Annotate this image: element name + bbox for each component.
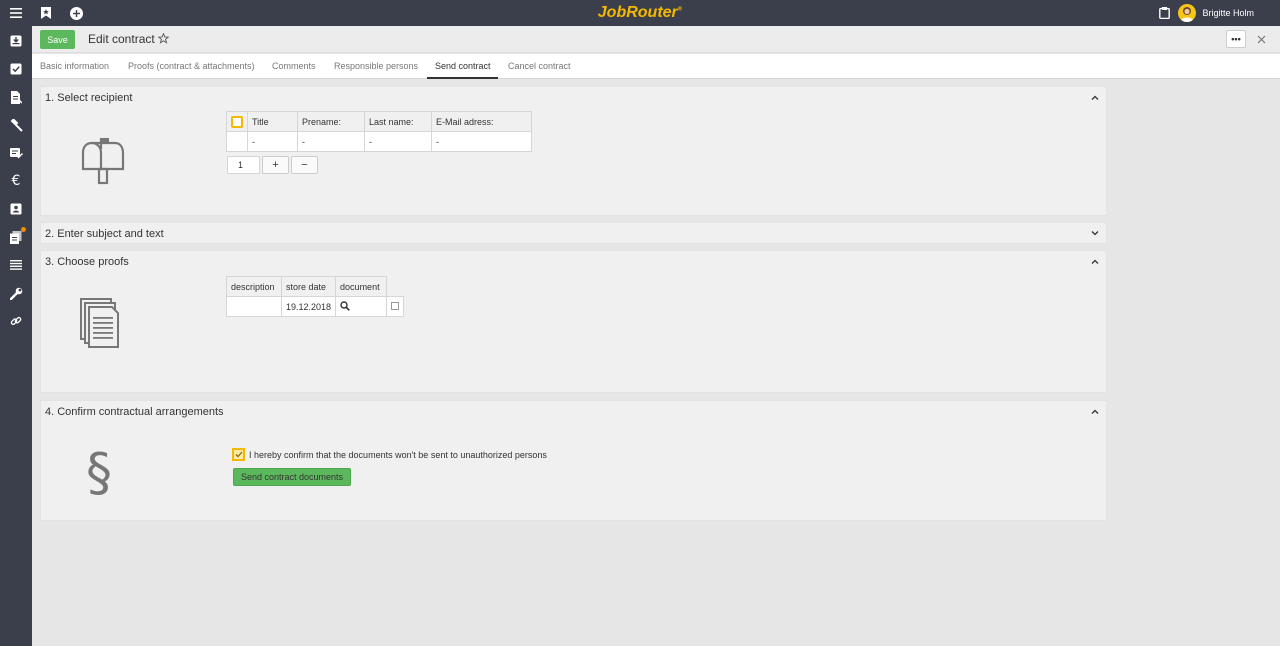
user-menu[interactable]: Brigitte Holm	[1178, 3, 1254, 23]
send-contract-documents-button[interactable]: Send contract documents	[233, 468, 351, 486]
section-title[interactable]: 3. Choose proofs	[45, 256, 129, 268]
column-header-store-date: store date	[280, 276, 337, 297]
documents-icon	[76, 296, 124, 350]
section-title[interactable]: 2. Enter subject and text	[45, 228, 164, 240]
column-header-title: Title	[247, 111, 298, 132]
cell-description[interactable]	[226, 296, 282, 317]
row-count-input[interactable]: 1	[227, 156, 260, 174]
cell-store-date: 19.12.2018	[280, 296, 337, 317]
documents-stack-icon[interactable]	[6, 227, 26, 247]
paragraph-symbol-icon: §	[86, 443, 112, 503]
row-count-stepper: 1 + −	[227, 156, 318, 174]
tab-responsible-persons[interactable]: Responsible persons	[334, 54, 418, 79]
add-circle-icon[interactable]	[66, 3, 86, 23]
column-header-email: E-Mail adress:	[431, 111, 532, 132]
favorite-star-icon[interactable]	[158, 30, 172, 46]
page-title: Edit contract	[88, 32, 155, 46]
column-header-select	[387, 277, 404, 297]
wrench-icon[interactable]	[6, 283, 26, 303]
tasks-done-icon[interactable]	[6, 59, 26, 79]
section-confirm-arrangements: 4. Confirm contractual arrangements § I …	[40, 400, 1107, 521]
chevron-up-icon[interactable]	[1090, 256, 1100, 266]
close-icon[interactable]	[1254, 30, 1268, 48]
search-icon[interactable]	[340, 300, 350, 311]
column-header-document: document	[335, 276, 388, 297]
remove-row-button[interactable]: −	[291, 156, 318, 174]
table-row: 19.12.2018	[226, 296, 405, 317]
hammer-icon[interactable]	[6, 115, 26, 135]
recipient-table: Title Prename: Last name: E-Mail adress:…	[226, 111, 532, 152]
cell-email[interactable]: -	[431, 131, 532, 152]
contact-card-icon[interactable]	[6, 199, 26, 219]
row-checkbox-cell	[226, 131, 248, 152]
tab-basic-information[interactable]: Basic information	[40, 54, 109, 79]
chevron-up-icon[interactable]	[1090, 406, 1100, 416]
tab-proofs[interactable]: Proofs (contract & attachments)	[128, 54, 255, 79]
form-header: Save Edit contract •••	[32, 26, 1280, 53]
inbox-icon[interactable]	[6, 31, 26, 51]
clipboard-icon[interactable]	[1154, 3, 1174, 23]
avatar	[1178, 4, 1197, 22]
table-row: - - - -	[226, 131, 532, 152]
section-choose-proofs: 3. Choose proofs description store date …	[40, 250, 1107, 393]
proofs-table: description store date document 19.12.20…	[226, 276, 405, 317]
proof-select-checkbox[interactable]	[391, 301, 400, 310]
column-header-last-name: Last name:	[364, 111, 432, 132]
section-title[interactable]: 4. Confirm contractual arrangements	[45, 406, 224, 418]
chevron-up-icon[interactable]	[1090, 92, 1100, 102]
cell-last-name[interactable]: -	[364, 131, 432, 152]
notification-dot	[21, 227, 26, 232]
hamburger-menu-icon[interactable]	[6, 3, 26, 23]
confirm-row: I hereby confirm that the documents won'…	[232, 448, 547, 461]
select-all-checkbox[interactable]	[226, 111, 248, 132]
more-options-label: •••	[1231, 33, 1241, 44]
section-select-recipient: 1. Select recipient Title Prename: Last …	[40, 86, 1107, 216]
cell-select	[386, 296, 405, 317]
more-options-button[interactable]: •••	[1226, 30, 1246, 48]
section-title[interactable]: 1. Select recipient	[45, 92, 132, 104]
link-icon[interactable]	[6, 311, 26, 331]
euro-icon[interactable]: €	[6, 171, 26, 191]
chevron-down-icon[interactable]	[1090, 228, 1100, 238]
tab-send-contract[interactable]: Send contract	[427, 54, 498, 79]
confirm-checkbox[interactable]	[232, 448, 245, 461]
tab-comments[interactable]: Comments	[272, 54, 316, 79]
side-navigation: €	[0, 26, 32, 646]
mailbox-icon	[74, 134, 126, 186]
tab-cancel-contract[interactable]: Cancel contract	[508, 54, 571, 79]
top-bar: JobRouter® Brigitte Holm	[0, 0, 1280, 26]
save-button[interactable]: Save	[40, 30, 75, 49]
tab-bar: Basic information Proofs (contract & att…	[32, 54, 1280, 79]
new-document-icon[interactable]	[6, 87, 26, 107]
column-header-prename: Prename:	[297, 111, 365, 132]
cell-title[interactable]: -	[247, 131, 298, 152]
confirm-label[interactable]: I hereby confirm that the documents won'…	[249, 450, 547, 460]
jobrouter-logo: JobRouter®	[597, 4, 683, 21]
column-header-description: description	[226, 276, 282, 297]
list-icon[interactable]	[6, 255, 26, 275]
edit-form-icon[interactable]	[6, 143, 26, 163]
add-row-button[interactable]: +	[262, 156, 289, 174]
cell-document	[335, 296, 388, 317]
cell-prename[interactable]: -	[297, 131, 365, 152]
bookmark-icon[interactable]	[36, 3, 56, 23]
section-enter-subject: 2. Enter subject and text	[40, 222, 1107, 244]
user-name: Brigitte Holm	[1202, 8, 1254, 18]
